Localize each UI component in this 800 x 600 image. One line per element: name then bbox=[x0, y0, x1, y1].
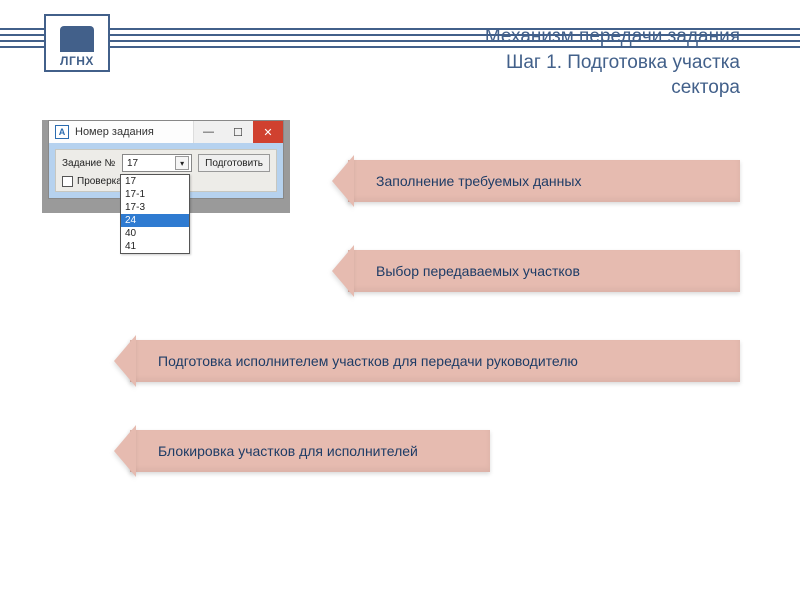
dropdown-option[interactable]: 41 bbox=[121, 240, 189, 253]
window-body: Задание № 17 ▾ Подготовить Проверка 17 1… bbox=[49, 143, 283, 198]
check-checkbox[interactable] bbox=[62, 176, 73, 187]
banner-text: Блокировка участков для исполнителей bbox=[158, 443, 418, 459]
window-titlebar: A Номер задания — ☐ ✕ bbox=[49, 121, 283, 143]
window-title-text: Номер задания bbox=[75, 126, 193, 138]
app-icon: A bbox=[55, 125, 69, 139]
title-line3: сектора bbox=[671, 77, 740, 98]
logo-text: ЛГНХ bbox=[60, 54, 94, 68]
task-number-label: Задание № bbox=[62, 158, 116, 169]
dropdown-option[interactable]: 17 bbox=[121, 175, 189, 188]
dropdown-option[interactable]: 17-1 bbox=[121, 188, 189, 201]
step-banner-fill-data: Заполнение требуемых данных bbox=[348, 160, 740, 202]
maximize-button[interactable]: ☐ bbox=[223, 121, 253, 143]
prepare-button[interactable]: Подготовить bbox=[198, 154, 270, 172]
close-button[interactable]: ✕ bbox=[253, 121, 283, 143]
task-number-dropdown[interactable]: 17 17-1 17-3 24 40 41 bbox=[120, 174, 190, 254]
dropdown-option[interactable]: 17-3 bbox=[121, 201, 189, 214]
window-controls: — ☐ ✕ bbox=[193, 121, 283, 143]
title-line1: Механизм передачи задания bbox=[485, 26, 740, 47]
task-number-select[interactable]: 17 ▾ bbox=[122, 154, 192, 172]
banner-text: Выбор передаваемых участков bbox=[376, 263, 580, 279]
embedded-window-screenshot: A Номер задания — ☐ ✕ Задание № 17 ▾ Под… bbox=[42, 120, 290, 213]
check-label: Проверка bbox=[77, 176, 122, 187]
logo: ЛГНХ bbox=[44, 14, 110, 72]
banner-text: Заполнение требуемых данных bbox=[376, 173, 581, 189]
step-banner-select-sections: Выбор передаваемых участков bbox=[348, 250, 740, 292]
dropdown-option-selected[interactable]: 24 bbox=[121, 214, 189, 227]
step-banner-prepare-sections: Подготовка исполнителем участков для пер… bbox=[130, 340, 740, 382]
dropdown-option[interactable]: 40 bbox=[121, 227, 189, 240]
form-panel: Задание № 17 ▾ Подготовить Проверка 17 1… bbox=[55, 149, 277, 192]
task-number-value: 17 bbox=[127, 158, 138, 169]
minimize-button[interactable]: — bbox=[193, 121, 223, 143]
step-banner-block-sections: Блокировка участков для исполнителей bbox=[130, 430, 490, 472]
page-title: Механизм передачи задания Шаг 1. Подгото… bbox=[430, 24, 740, 101]
banner-text: Подготовка исполнителем участков для пер… bbox=[158, 353, 578, 369]
dialog-window: A Номер задания — ☐ ✕ Задание № 17 ▾ Под… bbox=[48, 120, 284, 199]
chevron-down-icon: ▾ bbox=[175, 156, 189, 170]
logo-icon bbox=[60, 26, 94, 52]
title-line2: Шаг 1. Подготовка участка bbox=[506, 52, 740, 73]
